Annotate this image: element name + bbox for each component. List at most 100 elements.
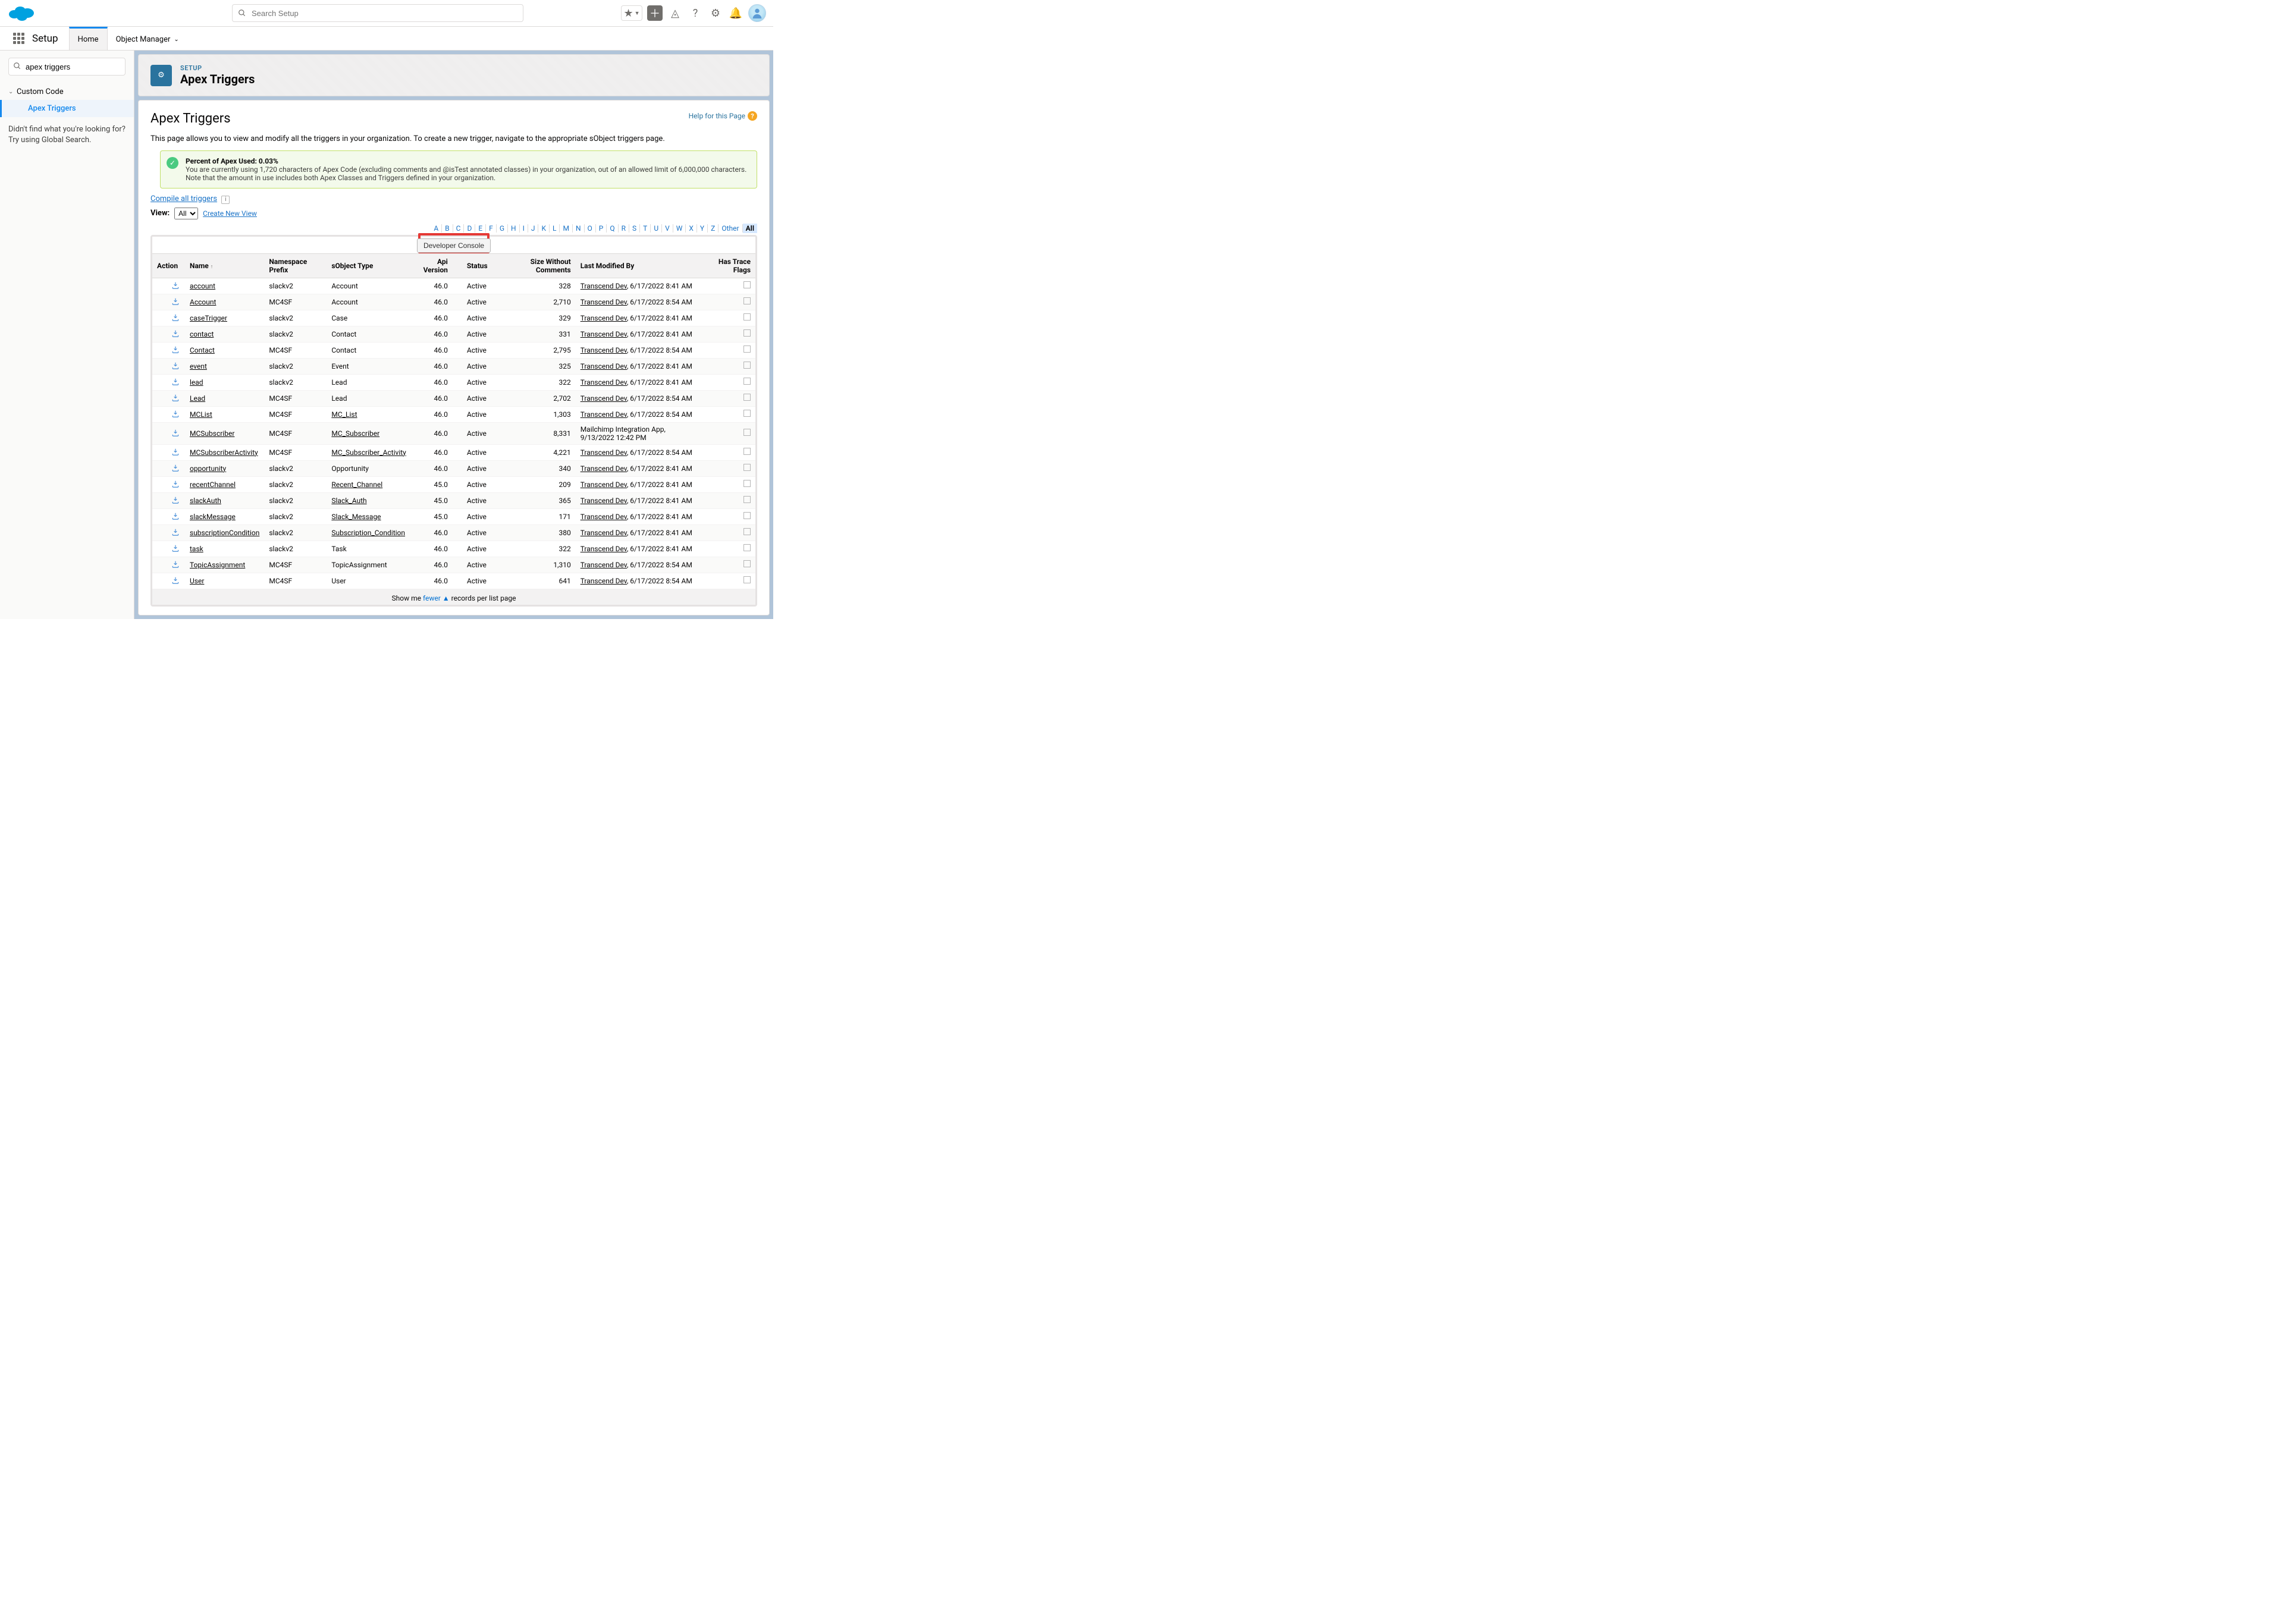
alpha-E[interactable]: E [475,224,486,233]
trigger-name-link[interactable]: MCSubscriberActivity [190,448,258,457]
alpha-Z[interactable]: Z [708,224,719,233]
modified-by-link[interactable]: Transcend Dev [581,362,627,370]
download-icon[interactable] [171,495,180,505]
download-icon[interactable] [171,329,180,338]
sobject-link[interactable]: MC_Subscriber_Activity [331,448,406,457]
trigger-name-link[interactable]: lead [190,378,203,387]
modified-by-link[interactable]: Transcend Dev [581,298,627,306]
col-name[interactable]: Name↑ [185,253,264,278]
alpha-S[interactable]: S [629,224,640,233]
trace-checkbox[interactable] [743,429,751,436]
compile-all-link[interactable]: Compile all triggers [150,194,217,203]
trace-checkbox[interactable] [743,345,751,353]
download-icon[interactable] [171,281,180,290]
alpha-U[interactable]: U [651,224,662,233]
trigger-name-link[interactable]: subscriptionCondition [190,529,259,537]
modified-by-link[interactable]: Transcend Dev [581,330,627,338]
sobject-link[interactable]: MC_Subscriber [331,429,379,438]
trigger-name-link[interactable]: caseTrigger [190,314,227,322]
trace-checkbox[interactable] [743,297,751,304]
modified-by-link[interactable]: Transcend Dev [581,282,627,290]
download-icon[interactable] [171,463,180,473]
alpha-I[interactable]: I [520,224,528,233]
trigger-name-link[interactable]: slackMessage [190,513,236,521]
modified-by-link[interactable]: Transcend Dev [581,394,627,403]
view-select[interactable]: All [174,208,198,219]
salesforce-logo[interactable] [7,4,36,22]
trailhead-button[interactable]: ◬ [667,5,683,21]
trigger-name-link[interactable]: Contact [190,346,215,354]
trigger-name-link[interactable]: MCSubscriber [190,429,234,438]
modified-by-link[interactable]: Transcend Dev [581,529,627,537]
alpha-all[interactable]: All [743,224,757,233]
trace-checkbox[interactable] [743,329,751,337]
modified-by-link[interactable]: Transcend Dev [581,314,627,322]
alpha-L[interactable]: L [550,224,560,233]
trace-checkbox[interactable] [743,410,751,417]
trace-checkbox[interactable] [743,544,751,551]
alpha-M[interactable]: M [560,224,572,233]
trigger-name-link[interactable]: Account [190,298,216,306]
alpha-Q[interactable]: Q [607,224,618,233]
trigger-name-link[interactable]: account [190,282,215,290]
download-icon[interactable] [171,361,180,370]
alpha-K[interactable]: K [538,224,550,233]
download-icon[interactable] [171,511,180,521]
sobject-link[interactable]: Slack_Auth [331,497,366,505]
download-icon[interactable] [171,428,180,438]
modified-by-link[interactable]: Transcend Dev [581,480,627,489]
trigger-name-link[interactable]: event [190,362,207,370]
fewer-link[interactable]: fewer [423,594,441,602]
developer-console-button[interactable]: Developer Console [417,238,491,253]
notifications-button[interactable]: 🔔 [728,5,743,21]
trigger-name-link[interactable]: Lead [190,394,205,403]
modified-by-link[interactable]: Transcend Dev [581,378,627,387]
trigger-name-link[interactable]: task [190,545,203,553]
trigger-name-link[interactable]: MCList [190,410,212,419]
trace-checkbox[interactable] [743,496,751,503]
tree-filter-input[interactable] [8,58,126,76]
col-trace[interactable]: Has Trace Flags [702,253,755,278]
alpha-D[interactable]: D [464,224,475,233]
trace-checkbox[interactable] [743,480,751,487]
download-icon[interactable] [171,544,180,553]
favorites-button[interactable]: ★▼ [621,5,642,21]
alpha-T[interactable]: T [640,224,651,233]
alpha-B[interactable]: B [442,224,453,233]
col-api[interactable]: Api Version [411,253,453,278]
sobject-link[interactable]: Slack_Message [331,513,381,521]
trigger-name-link[interactable]: contact [190,330,214,338]
download-icon[interactable] [171,576,180,585]
tab-object-manager[interactable]: Object Manager ⌄ [108,27,188,50]
add-button[interactable]: ＋ [647,5,663,21]
trace-checkbox[interactable] [743,378,751,385]
alpha-A[interactable]: A [431,224,442,233]
col-size[interactable]: Size Without Comments [492,253,576,278]
info-icon[interactable]: i [221,196,230,204]
alpha-O[interactable]: O [585,224,596,233]
modified-by-link[interactable]: Transcend Dev [581,464,627,473]
col-last-modified[interactable]: Last Modified By [576,253,702,278]
avatar[interactable] [748,4,766,22]
setup-gear-button[interactable]: ⚙ [708,5,723,21]
trace-checkbox[interactable] [743,394,751,401]
trace-checkbox[interactable] [743,576,751,583]
col-namespace[interactable]: Namespace Prefix [264,253,327,278]
trace-checkbox[interactable] [743,281,751,288]
trace-checkbox[interactable] [743,448,751,455]
modified-by-link[interactable]: Transcend Dev [581,410,627,419]
modified-by-link[interactable]: Transcend Dev [581,497,627,505]
modified-by-link[interactable]: Transcend Dev [581,513,627,521]
alpha-X[interactable]: X [686,224,697,233]
alpha-other[interactable]: Other [719,224,742,233]
trace-checkbox[interactable] [743,560,751,567]
search-input[interactable] [232,4,523,22]
trace-checkbox[interactable] [743,313,751,321]
alpha-V[interactable]: V [662,224,673,233]
download-icon[interactable] [171,409,180,419]
alpha-H[interactable]: H [508,224,520,233]
download-icon[interactable] [171,377,180,387]
sobject-link[interactable]: MC_List [331,410,357,419]
trace-checkbox[interactable] [743,512,751,519]
download-icon[interactable] [171,345,180,354]
